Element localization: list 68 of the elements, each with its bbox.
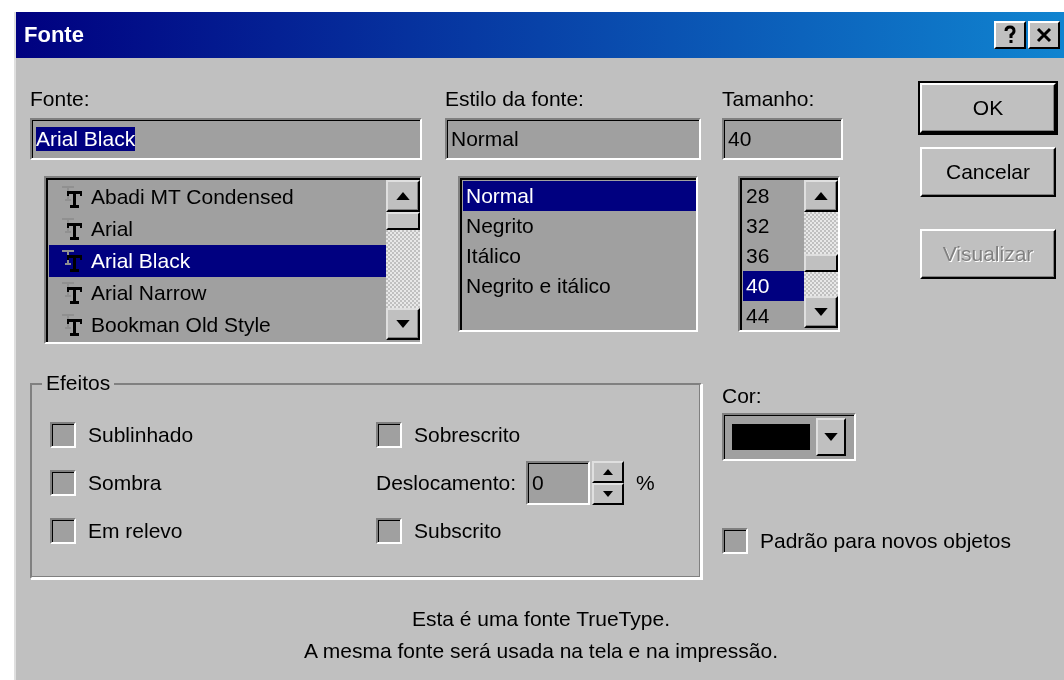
down-arrow-icon [814,308,828,316]
info-text: Esta é uma fonte TrueType. [412,606,670,632]
close-button[interactable] [1028,21,1060,49]
scroll-up-button[interactable] [804,180,838,212]
down-arrow-icon [603,491,614,497]
truetype-icon [61,249,83,273]
font-label: Fonte: [30,86,91,112]
font-list-item[interactable]: Bookman Old Style [49,309,386,341]
style-label: Estilo da fonte: [445,86,585,112]
caret-icon [824,433,838,441]
size-label: Tamanho: [722,86,816,112]
style-list-item[interactable]: Itálico [463,241,696,271]
size-list-item[interactable]: 36 [743,241,804,271]
up-arrow-icon [603,469,614,475]
scrollbar[interactable] [386,180,420,340]
truetype-icon [61,217,83,241]
close-icon [1034,25,1054,45]
scroll-up-button[interactable] [386,180,420,212]
checkbox-label: Sublinhado [88,423,194,447]
dialog-button[interactable]: Cancelar [920,147,1056,197]
font-list-item[interactable]: Arial [49,213,386,245]
scroll-down-button[interactable] [804,296,838,328]
checkbox[interactable] [722,528,748,554]
checkbox[interactable] [50,470,76,496]
checkbox[interactable] [50,422,76,448]
up-arrow-icon [814,192,828,200]
checkbox[interactable] [50,518,76,544]
help-button[interactable] [994,21,1026,49]
size-list-item[interactable]: 28 [743,181,804,211]
scrollbar[interactable] [804,180,838,328]
offset-label: Deslocamento: [376,471,517,495]
truetype-icon [61,185,83,209]
dialog-button[interactable]: OK [920,83,1056,133]
checkbox[interactable] [376,518,402,544]
info-text: A mesma fonte será usada na tela e na impressão. [304,638,778,664]
color-dropdown[interactable] [722,413,856,461]
dropdown-button[interactable] [816,418,846,456]
size-field[interactable]: 40 [722,118,843,160]
scroll-thumb[interactable] [386,212,420,230]
style-list-item[interactable]: Negrito [463,211,696,241]
font-list-item[interactable]: Abadi MT Condensed [49,181,386,213]
color-label: Cor: [722,383,763,409]
checkbox-label: Subscrito [414,519,502,543]
style-list-item[interactable]: Negrito e itálico [463,271,696,301]
size-list-item[interactable]: 32 [743,211,804,241]
checkbox[interactable] [376,422,402,448]
style-field[interactable]: Normal [445,118,701,160]
window-title: Fonte [24,22,84,48]
truetype-icon [61,313,83,337]
checkbox-label: Padrão para novos objetos [760,529,1011,553]
checkbox-label: Em relevo [88,519,183,543]
up-arrow-icon [396,192,410,200]
percent-unit: % [636,471,655,495]
offset-field[interactable]: 0 [526,461,591,505]
checkbox-label: Sobrescrito [414,423,521,447]
down-arrow-icon [396,320,410,328]
scroll-down-button[interactable] [386,308,420,340]
size-list-item[interactable]: 40 [743,271,804,301]
style-list-item[interactable]: Normal [463,181,696,211]
truetype-icon [61,281,83,305]
spin-up-button[interactable] [592,461,625,483]
spin-down-button[interactable] [592,483,625,505]
font-list-item[interactable]: Arial Black [49,245,386,277]
font-field[interactable]: Arial Black [30,118,422,160]
scroll-thumb[interactable] [804,254,838,272]
checkbox-label: Sombra [88,471,162,495]
font-list-item[interactable]: Arial Narrow [49,277,386,309]
size-list-item[interactable]: 44 [743,301,804,331]
